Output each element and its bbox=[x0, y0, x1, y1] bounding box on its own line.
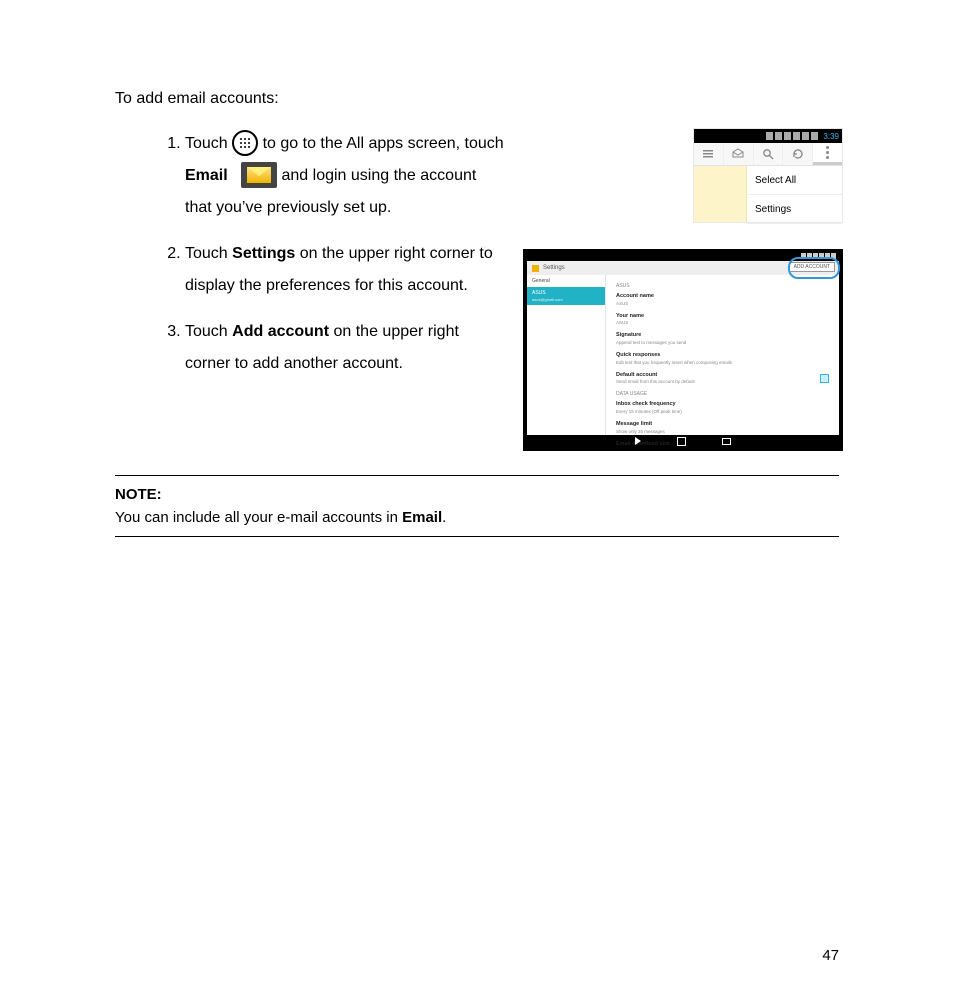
setting-row[interactable]: Account nameASUS bbox=[616, 293, 829, 308]
screenshot-settings: Settings ADD ACCOUNT General ASUS asus@g… bbox=[523, 249, 843, 451]
step-2: Touch Settings on the upper right corner… bbox=[185, 238, 505, 302]
settings-title: Settings bbox=[543, 265, 565, 271]
step-1: Touch to go to the All apps screen, touc… bbox=[185, 128, 505, 224]
step-3: Touch Add account on the upper right cor… bbox=[185, 316, 505, 380]
search-icon[interactable] bbox=[754, 143, 784, 165]
menu-item-select-all[interactable]: Select All bbox=[747, 166, 842, 195]
note-box: NOTE: You can include all your e-mail ac… bbox=[115, 475, 839, 537]
settings-gear-icon bbox=[532, 265, 539, 272]
email-toolbar bbox=[694, 143, 842, 166]
drawer-icon[interactable] bbox=[694, 143, 724, 165]
setting-row[interactable]: Quick responsesEdit text that you freque… bbox=[616, 352, 829, 367]
setting-row-default[interactable]: Default accountSend email from this acco… bbox=[616, 372, 829, 387]
setting-row[interactable]: SignatureAppend text to messages you sen… bbox=[616, 332, 829, 347]
phone-status-bar: 3:39 bbox=[694, 129, 842, 143]
setting-row[interactable]: Inbox check frequencyEvery 15 minutes (O… bbox=[616, 401, 829, 416]
step-3-bold: Add account bbox=[232, 323, 329, 340]
step-1-mid1: to go to the All apps screen, touch bbox=[263, 135, 504, 152]
page-number: 47 bbox=[822, 947, 839, 964]
settings-header: Settings ADD ACCOUNT bbox=[527, 261, 839, 275]
note-body-bold: Email bbox=[402, 509, 442, 526]
home-icon[interactable] bbox=[677, 437, 686, 446]
sidebar-item-general[interactable]: General bbox=[527, 275, 605, 287]
note-body-post: . bbox=[442, 509, 446, 526]
add-account-button[interactable]: ADD ACCOUNT bbox=[789, 262, 835, 272]
step-2-bold: Settings bbox=[232, 245, 295, 262]
apps-circle-icon bbox=[232, 130, 258, 156]
refresh-icon[interactable] bbox=[783, 143, 813, 165]
settings-sidebar: General ASUS asus@gmail.com bbox=[527, 275, 606, 435]
sidebar-item-account[interactable]: ASUS asus@gmail.com bbox=[527, 287, 605, 305]
screenshot-email-menu: 3:39 Select All Settings bbox=[693, 128, 843, 223]
data-usage-header: DATA USAGE bbox=[616, 391, 829, 398]
status-time: 3:39 bbox=[823, 132, 839, 141]
setting-row[interactable]: Message limitShow only 25 messages bbox=[616, 421, 829, 436]
account-header: ASUS bbox=[616, 283, 829, 290]
email-list-pane bbox=[694, 166, 747, 222]
step-1-pre: Touch bbox=[185, 135, 232, 152]
step-2-pre: Touch bbox=[185, 245, 232, 262]
compose-icon[interactable] bbox=[724, 143, 754, 165]
recent-icon[interactable] bbox=[722, 438, 731, 445]
step-3-pre: Touch bbox=[185, 323, 232, 340]
tablet-status-bar bbox=[527, 253, 839, 261]
sidebar-account-name: ASUS bbox=[532, 290, 546, 296]
sidebar-account-email: asus@gmail.com bbox=[532, 297, 563, 302]
steps-list: Touch to go to the All apps screen, touc… bbox=[115, 128, 505, 380]
overflow-menu-icon[interactable] bbox=[813, 143, 842, 165]
back-icon[interactable] bbox=[635, 437, 641, 445]
setting-row[interactable]: Your nameASUS bbox=[616, 313, 829, 328]
step-1-mid2: and login using the account that you’ve … bbox=[185, 167, 476, 216]
note-body: You can include all your e-mail accounts… bbox=[115, 509, 839, 526]
overflow-menu: Select All Settings bbox=[747, 166, 842, 222]
email-envelope-icon bbox=[241, 162, 277, 188]
note-body-pre: You can include all your e-mail accounts… bbox=[115, 509, 402, 526]
settings-main: ASUS Account nameASUS Your nameASUS Sign… bbox=[606, 275, 839, 435]
menu-item-settings[interactable]: Settings bbox=[747, 195, 842, 224]
step-1-email-label: Email bbox=[185, 167, 228, 184]
note-title: NOTE: bbox=[115, 486, 839, 503]
section-intro: To add email accounts: bbox=[115, 90, 839, 108]
